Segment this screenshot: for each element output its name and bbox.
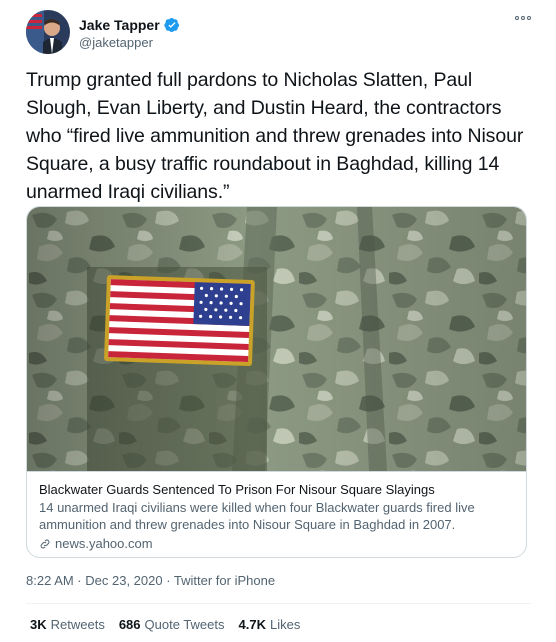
quote-tweets-label: Quote Tweets <box>144 617 225 632</box>
likes-count: 4.7K <box>238 617 266 632</box>
author-handle[interactable]: @jaketapper <box>79 35 153 50</box>
retweets-count: 3K <box>30 617 47 632</box>
link-icon <box>40 539 50 548</box>
quote-tweets-stat[interactable]: 686 Quote Tweets <box>119 617 225 632</box>
more-options-icon[interactable] <box>515 12 531 24</box>
quote-tweets-count: 686 <box>118 617 141 632</box>
tweet: Jake Tapper @jaketapper Trump granted fu… <box>0 0 556 642</box>
divider <box>26 603 531 604</box>
tweet-text: Trump granted full pardons to Nicholas S… <box>26 69 524 203</box>
retweets-stat[interactable]: 3K Retweets <box>30 617 105 632</box>
card-title: Blackwater Guards Sentenced To Prison Fo… <box>39 482 435 497</box>
link-card[interactable]: Blackwater Guards Sentenced To Prison Fo… <box>26 206 527 558</box>
card-body[interactable]: Blackwater Guards Sentenced To Prison Fo… <box>27 471 526 557</box>
retweets-label: Retweets <box>50 617 105 632</box>
tweet-header: Jake Tapper @jaketapper <box>26 8 531 58</box>
likes-label: Likes <box>269 617 301 632</box>
author-name-row: Jake Tapper <box>79 17 180 33</box>
verified-badge-icon <box>164 18 179 32</box>
card-image[interactable] <box>27 207 526 471</box>
tweet-meta[interactable]: 8:22 AM · Dec 23, 2020 · Twitter for iPh… <box>26 573 275 588</box>
author-name[interactable]: Jake Tapper <box>79 17 160 33</box>
card-link: news.yahoo.com <box>39 535 516 552</box>
tweet-stats: 3K Retweets 686 Quote Tweets 4.7K Likes <box>30 617 300 632</box>
card-domain: news.yahoo.com <box>55 536 153 551</box>
avatar[interactable] <box>26 10 70 54</box>
likes-stat[interactable]: 4.7K Likes <box>239 617 301 632</box>
card-description: 14 unarmed Iraqi civilians were killed w… <box>39 500 475 532</box>
